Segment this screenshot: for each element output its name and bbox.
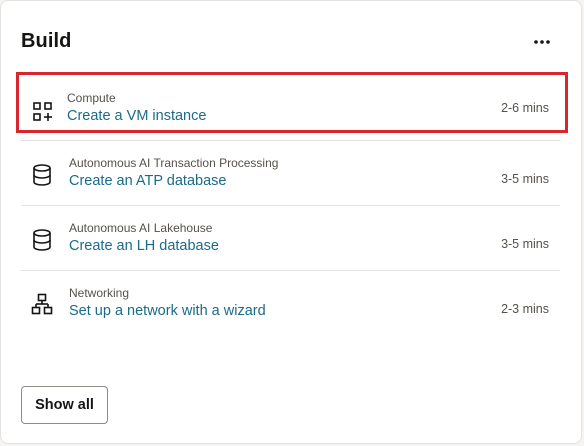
item-category: Autonomous AI Transaction Processing: [69, 156, 279, 170]
more-horizontal-icon: [533, 39, 551, 45]
database-icon: [31, 228, 55, 252]
item-category: Autonomous AI Lakehouse: [69, 221, 213, 235]
grid-plus-icon: [32, 101, 56, 125]
card-title: Build: [21, 30, 72, 52]
item-time-estimate: 3-5 mins: [501, 237, 549, 251]
network-icon: [31, 293, 55, 317]
show-all-button[interactable]: Show all: [21, 386, 108, 424]
create-atp-database-link[interactable]: Create an ATP database: [69, 173, 226, 189]
build-card: Build Compute Create a VM instance 2-6 m…: [0, 0, 582, 444]
create-lh-database-link[interactable]: Create an LH database: [69, 238, 219, 254]
database-icon: [31, 163, 55, 187]
list-item-atp[interactable]: Autonomous AI Transaction Processing Cre…: [21, 141, 560, 206]
item-time-estimate: 2-6 mins: [501, 101, 549, 115]
list-item-networking[interactable]: Networking Set up a network with a wizar…: [21, 271, 560, 336]
list-item-lakehouse[interactable]: Autonomous AI Lakehouse Create an LH dat…: [21, 206, 560, 271]
item-category: Compute: [67, 91, 116, 105]
item-category: Networking: [69, 286, 130, 300]
list-item-compute[interactable]: Compute Create a VM instance 2-6 mins: [21, 76, 560, 141]
network-wizard-link[interactable]: Set up a network with a wizard: [69, 303, 266, 319]
item-time-estimate: 3-5 mins: [501, 172, 549, 186]
item-time-estimate: 2-3 mins: [501, 302, 549, 316]
more-options-button[interactable]: [525, 29, 559, 55]
create-vm-instance-link[interactable]: Create a VM instance: [67, 108, 206, 124]
